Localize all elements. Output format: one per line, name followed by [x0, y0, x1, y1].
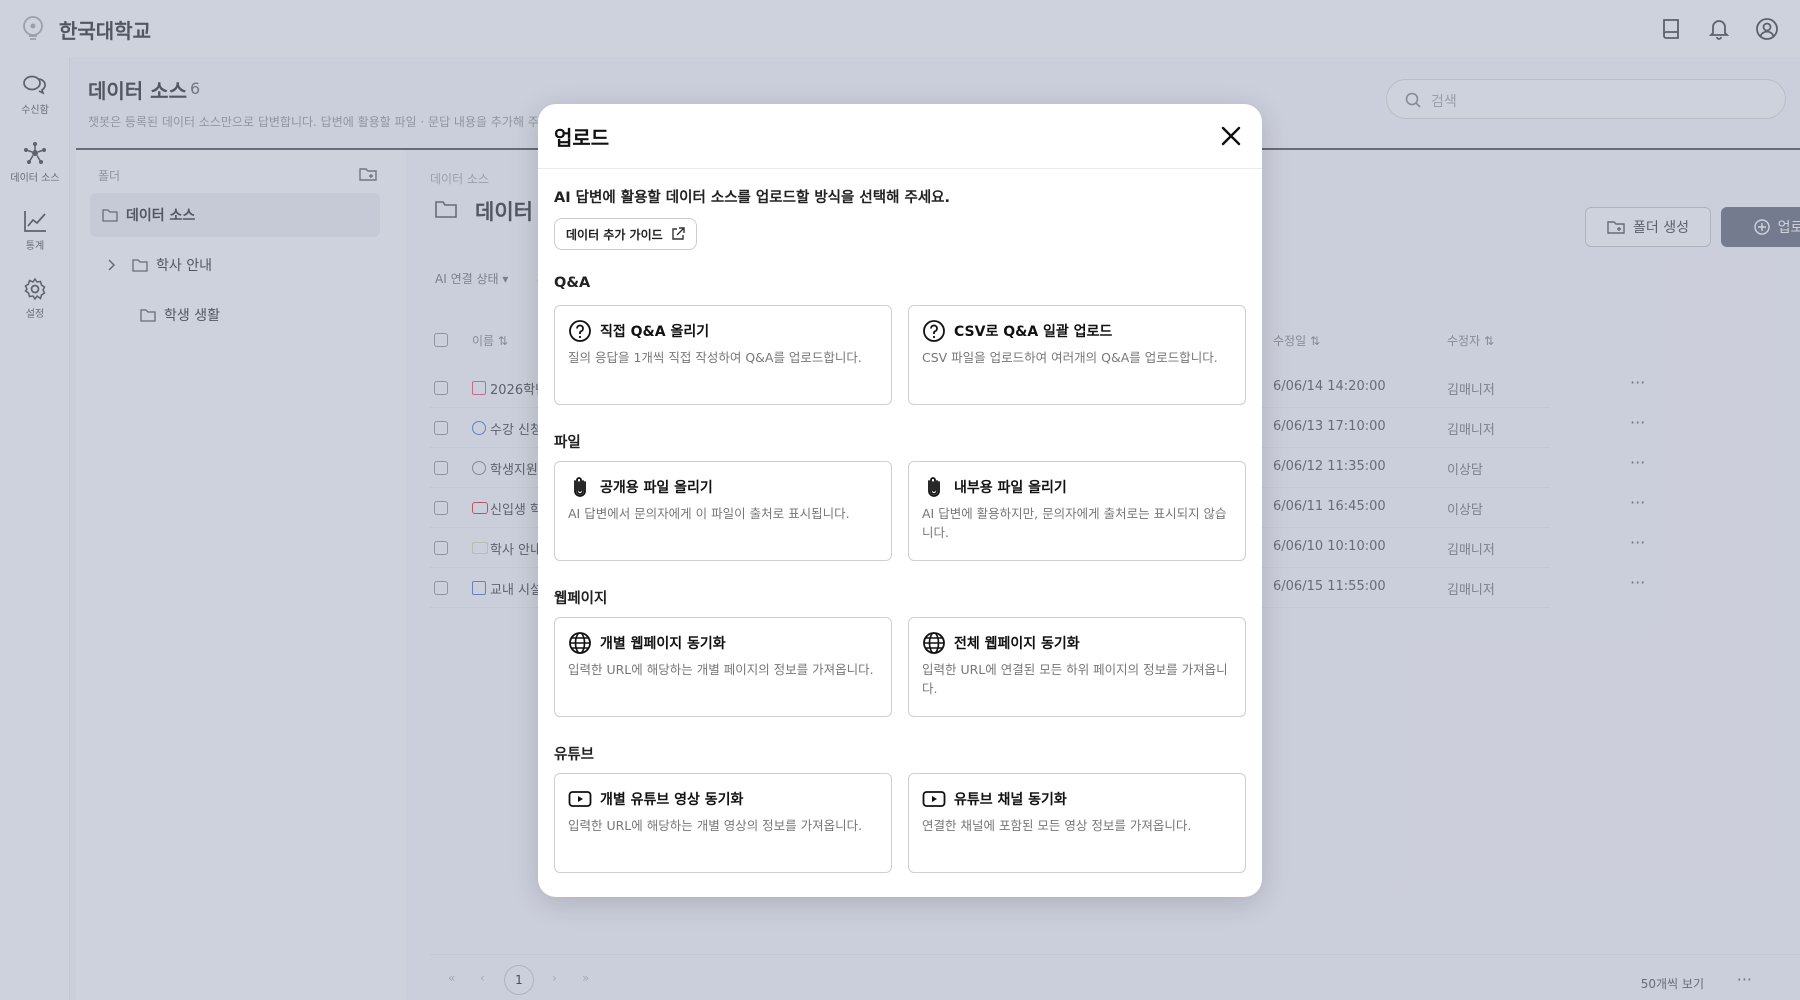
card-description: 입력한 URL에 해당하는 개별 영상의 정보를 가져옵니다.: [568, 818, 863, 833]
card-title: 개별 웹페이지 동기화: [600, 636, 726, 652]
card-single-webpage[interactable]: 개별 웹페이지 동기화 입력한 URL에 해당하는 개별 페이지의 정보를 가져…: [554, 617, 892, 717]
card-description: 입력한 URL에 연결된 모든 하위 페이지의 정보를 가져옵니다.: [922, 662, 1228, 696]
section-file-title: 파일: [554, 435, 581, 451]
globe-icon: [569, 632, 591, 654]
card-description: CSV 파일을 업로드하여 여러개의 Q&A를 업로드합니다.: [922, 350, 1218, 365]
card-full-webpage[interactable]: 전체 웹페이지 동기화 입력한 URL에 연결된 모든 하위 페이지의 정보를 …: [908, 617, 1246, 717]
data-guide-button[interactable]: 데이터 추가 가이드: [554, 218, 697, 250]
section-youtube-title: 유튜브: [554, 747, 595, 763]
close-icon[interactable]: [1218, 123, 1244, 149]
section-qa-title: Q&A: [554, 275, 591, 291]
modal-description: AI 답변에 활용할 데이터 소스를 업로드할 방식을 선택해 주세요.: [554, 190, 951, 206]
card-single-youtube[interactable]: 개별 유튜브 영상 동기화 입력한 URL에 해당하는 개별 영상의 정보를 가…: [554, 773, 892, 873]
app: 한국대학교 수신함 데이터 소스 통계 설정 데이터 소스 6 챗봇은 등록된 …: [0, 0, 1800, 1000]
guide-label: 데이터 추가 가이드: [566, 227, 663, 242]
card-title: 전체 웹페이지 동기화: [954, 636, 1080, 652]
globe-icon: [923, 632, 945, 654]
card-description: AI 답변에 활용하지만, 문의자에게 출처로는 표시되지 않습니다.: [922, 506, 1227, 540]
card-title: 공개용 파일 올리기: [600, 480, 713, 496]
card-youtube-channel[interactable]: 유튜브 채널 동기화 연결한 채널에 포함된 모든 영상 정보를 가져옵니다.: [908, 773, 1246, 873]
card-title: 개별 유튜브 영상 동기화: [600, 792, 744, 808]
youtube-icon: [568, 791, 592, 807]
card-description: 입력한 URL에 해당하는 개별 페이지의 정보를 가져옵니다.: [568, 662, 874, 677]
external-link-icon: [671, 227, 685, 240]
modal-divider: [538, 168, 1262, 169]
card-csv-qa[interactable]: CSV로 Q&A 일괄 업로드 CSV 파일을 업로드하여 여러개의 Q&A를 …: [908, 305, 1246, 405]
card-internal-file[interactable]: 내부용 파일 올리기 AI 답변에 활용하지만, 문의자에게 출처로는 표시되지…: [908, 461, 1246, 561]
card-title: 유튜브 채널 동기화: [954, 792, 1067, 808]
section-webpage-title: 웹페이지: [554, 591, 608, 607]
card-description: 질의 응답을 1개씩 직접 작성하여 Q&A를 업로드합니다.: [568, 350, 862, 365]
card-title: 직접 Q&A 올리기: [600, 324, 710, 340]
upload-modal: 업로드 AI 답변에 활용할 데이터 소스를 업로드할 방식을 선택해 주세요.…: [538, 104, 1262, 897]
youtube-icon: [922, 791, 946, 807]
question-icon: [923, 320, 945, 342]
card-public-file[interactable]: 공개용 파일 올리기 AI 답변에서 문의자에게 이 파일이 출처로 표시됩니다…: [554, 461, 892, 561]
question-icon: [569, 320, 591, 342]
modal-title: 업로드: [554, 126, 610, 150]
card-title: 내부용 파일 올리기: [954, 480, 1067, 496]
card-description: AI 답변에서 문의자에게 이 파일이 출처로 표시됩니다.: [568, 506, 850, 521]
card-description: 연결한 채널에 포함된 모든 영상 정보를 가져옵니다.: [922, 818, 1192, 833]
paperclip-icon: [928, 477, 940, 497]
card-title: CSV로 Q&A 일괄 업로드: [954, 324, 1113, 340]
card-direct-qa[interactable]: 직접 Q&A 올리기 질의 응답을 1개씩 직접 작성하여 Q&A를 업로드합니…: [554, 305, 892, 405]
paperclip-icon: [574, 477, 586, 497]
